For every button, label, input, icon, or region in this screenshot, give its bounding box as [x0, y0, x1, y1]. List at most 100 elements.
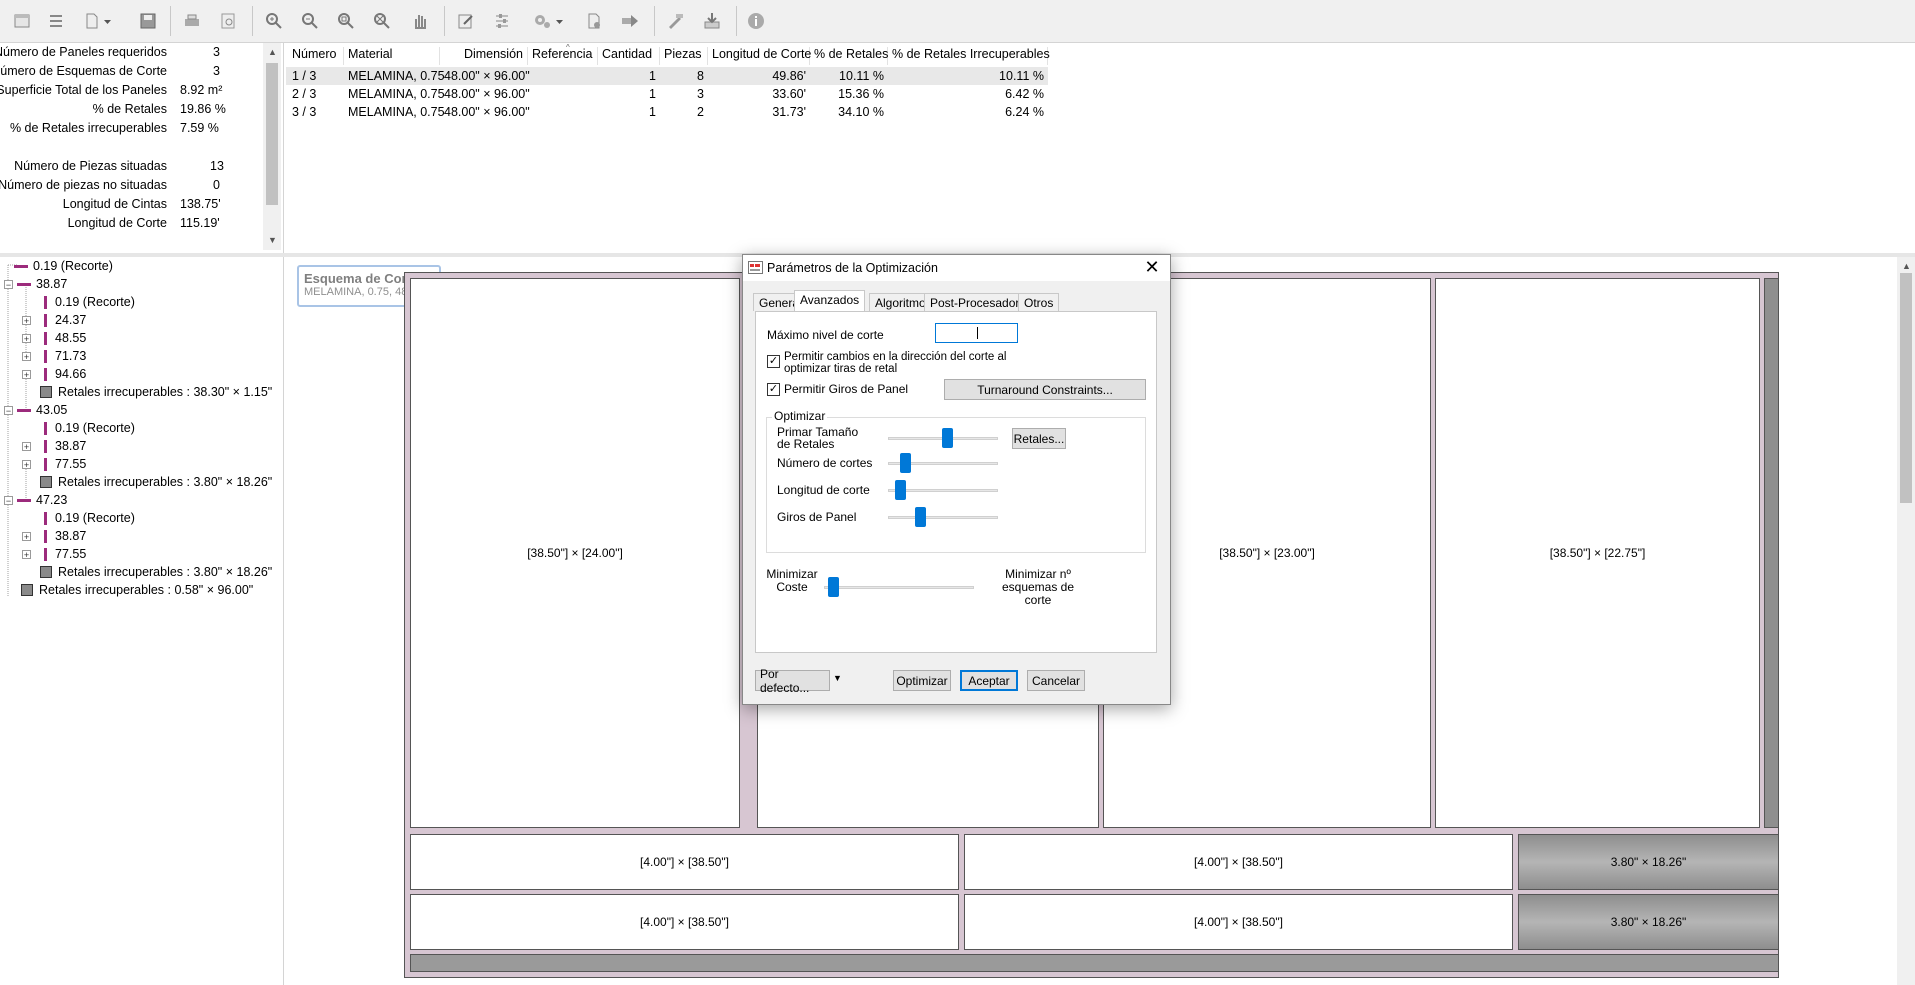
zoom-fit-icon[interactable] — [368, 8, 396, 34]
column-header[interactable]: Longitud de Corte — [708, 47, 811, 65]
table-row[interactable]: 3 / 3 MELAMINA, 0.75 48.00" × 96.00" 1 2… — [286, 103, 1048, 121]
chevron-down-icon[interactable]: ▼ — [268, 235, 277, 245]
table-row[interactable]: 1 / 3 MELAMINA, 0.75 48.00" × 96.00" 1 8… — [286, 67, 1048, 85]
tools-icon[interactable] — [662, 8, 690, 34]
slider-thumb[interactable] — [828, 577, 839, 597]
chevron-up-icon[interactable]: ▲ — [268, 47, 277, 57]
collapse-icon[interactable]: − — [4, 495, 13, 505]
scroll-thumb[interactable] — [266, 63, 278, 205]
scroll-thumb[interactable] — [1900, 273, 1912, 503]
max-cut-level-input[interactable] — [935, 323, 1018, 343]
save-icon[interactable] — [134, 8, 162, 34]
column-header[interactable]: % de Retales — [810, 47, 888, 65]
piece[interactable]: [4.00"] × [38.50"] — [964, 894, 1513, 950]
tree-node[interactable]: 0.19 (Recorte) — [42, 510, 135, 526]
piece[interactable]: [38.50"] × [22.75"] — [1435, 278, 1760, 828]
tree-node[interactable]: − 47.23 — [4, 492, 67, 508]
zoom-in-icon[interactable] — [260, 8, 288, 34]
info-icon[interactable] — [742, 8, 770, 34]
cost-vs-schemes-slider[interactable] — [824, 577, 974, 597]
slider-thumb[interactable] — [915, 507, 926, 527]
number-of-cuts-slider[interactable] — [888, 453, 998, 473]
tree-node[interactable]: Retales irrecuperables : 0.58" × 96.00" — [21, 582, 253, 598]
cancel-button[interactable]: Cancelar — [1027, 670, 1085, 691]
retales-size-slider[interactable] — [888, 428, 998, 448]
tree-node[interactable]: +77.55 — [22, 456, 86, 472]
expand-icon[interactable]: + — [22, 315, 31, 325]
piece[interactable]: [4.00"] × [38.50"] — [410, 834, 959, 890]
tree-node[interactable]: +24.37 — [22, 312, 86, 328]
slider-thumb[interactable] — [942, 428, 953, 448]
expand-icon[interactable]: + — [22, 333, 31, 343]
tab-otros[interactable]: Otros — [1018, 293, 1060, 311]
expand-icon[interactable]: + — [22, 441, 31, 451]
accept-button[interactable]: Aceptar — [960, 670, 1018, 691]
print-preview-icon[interactable] — [214, 8, 242, 34]
turnaround-constraints-button[interactable]: Turnaround Constraints... — [944, 379, 1146, 400]
collapse-icon[interactable]: − — [4, 279, 13, 289]
column-header[interactable]: Cantidad — [598, 47, 660, 65]
tree-node[interactable]: +38.87 — [22, 438, 86, 454]
piece[interactable]: [4.00"] × [38.50"] — [410, 894, 959, 950]
report-icon[interactable] — [580, 8, 608, 34]
optimize-button[interactable]: Optimizar — [893, 670, 951, 691]
waste-piece[interactable]: 3.80" × 18.26" — [1518, 894, 1779, 950]
tree-node[interactable]: 0.19 (Recorte) — [42, 294, 135, 310]
allow-direction-change-checkbox[interactable]: ✓ — [767, 355, 780, 368]
tab-algoritmo[interactable]: Algoritmo — [869, 293, 932, 311]
waste-strip[interactable] — [1764, 278, 1779, 828]
chevron-up-icon[interactable]: ▲ — [1902, 261, 1911, 271]
dialog-titlebar[interactable]: Parámetros de la Optimización ✕ — [743, 255, 1170, 281]
collapse-icon[interactable]: − — [4, 405, 13, 415]
close-icon[interactable]: ✕ — [1140, 257, 1164, 277]
list-icon[interactable] — [42, 8, 70, 34]
import-icon[interactable] — [698, 8, 726, 34]
tree-node[interactable]: Retales irrecuperables : 3.80" × 18.26" — [40, 564, 272, 580]
column-header[interactable]: Material — [344, 47, 440, 65]
tab-avanzados[interactable]: Avanzados — [794, 290, 866, 312]
settings-icon[interactable] — [488, 8, 516, 34]
zoom-out-icon[interactable] — [296, 8, 324, 34]
piece[interactable]: [38.50"] × [24.00"] — [410, 278, 740, 828]
chevron-down-icon[interactable]: ▼ — [833, 673, 842, 683]
tree-node[interactable]: +38.87 — [22, 528, 86, 544]
table-row[interactable]: 2 / 3 MELAMINA, 0.75 48.00" × 96.00" 1 3… — [286, 85, 1048, 103]
pan-hand-icon[interactable] — [406, 8, 434, 34]
print-icon[interactable] — [178, 8, 206, 34]
slider-thumb[interactable] — [900, 453, 911, 473]
panel-rotation-slider[interactable] — [888, 507, 998, 527]
allow-direction-change-label[interactable]: Permitir cambios en la dirección del cor… — [784, 351, 1024, 375]
tree-node[interactable]: +48.55 — [22, 330, 86, 346]
allow-panel-rotation-checkbox[interactable]: ✓ — [767, 383, 780, 396]
expand-icon[interactable]: + — [22, 459, 31, 469]
tree-node[interactable]: − 38.87 — [4, 276, 67, 292]
piece[interactable]: [4.00"] × [38.50"] — [964, 834, 1513, 890]
allow-panel-rotation-label[interactable]: Permitir Giros de Panel — [784, 382, 908, 396]
expand-icon[interactable]: + — [22, 351, 31, 361]
tree-node[interactable]: − 43.05 — [4, 402, 67, 418]
tree-node[interactable]: 0.19 (Recorte) — [14, 258, 113, 274]
expand-icon[interactable]: + — [22, 531, 31, 541]
column-header[interactable]: % de Retales Irrecuperables — [888, 47, 1050, 65]
column-header[interactable]: Piezas — [660, 47, 708, 65]
zoom-window-icon[interactable] — [332, 8, 360, 34]
retales-button[interactable]: Retales... — [1012, 428, 1066, 449]
slider-thumb[interactable] — [895, 480, 906, 500]
tree-node[interactable]: +94.66 — [22, 366, 86, 382]
chevron-down-icon[interactable] — [552, 8, 566, 34]
export-icon[interactable] — [616, 8, 644, 34]
column-header[interactable]: Dimensión — [440, 47, 528, 65]
diagram-scrollbar[interactable]: ▲ — [1897, 257, 1915, 985]
chevron-down-icon[interactable] — [100, 8, 114, 34]
waste-strip[interactable] — [410, 954, 1779, 972]
default-button[interactable]: Por defecto... ▼ — [755, 667, 842, 695]
tab-post-procesador[interactable]: Post-Procesador — [924, 293, 1026, 311]
summary-scrollbar[interactable]: ▲ ▼ — [263, 43, 281, 250]
edit-icon[interactable] — [452, 8, 480, 34]
waste-piece[interactable]: 3.80" × 18.26" — [1518, 834, 1779, 890]
new-icon[interactable] — [8, 8, 36, 34]
tree-node[interactable]: +77.55 — [22, 546, 86, 562]
expand-icon[interactable]: + — [22, 549, 31, 559]
tree-node[interactable]: Retales irrecuperables : 38.30" × 1.15" — [40, 384, 272, 400]
expand-icon[interactable]: + — [22, 369, 31, 379]
